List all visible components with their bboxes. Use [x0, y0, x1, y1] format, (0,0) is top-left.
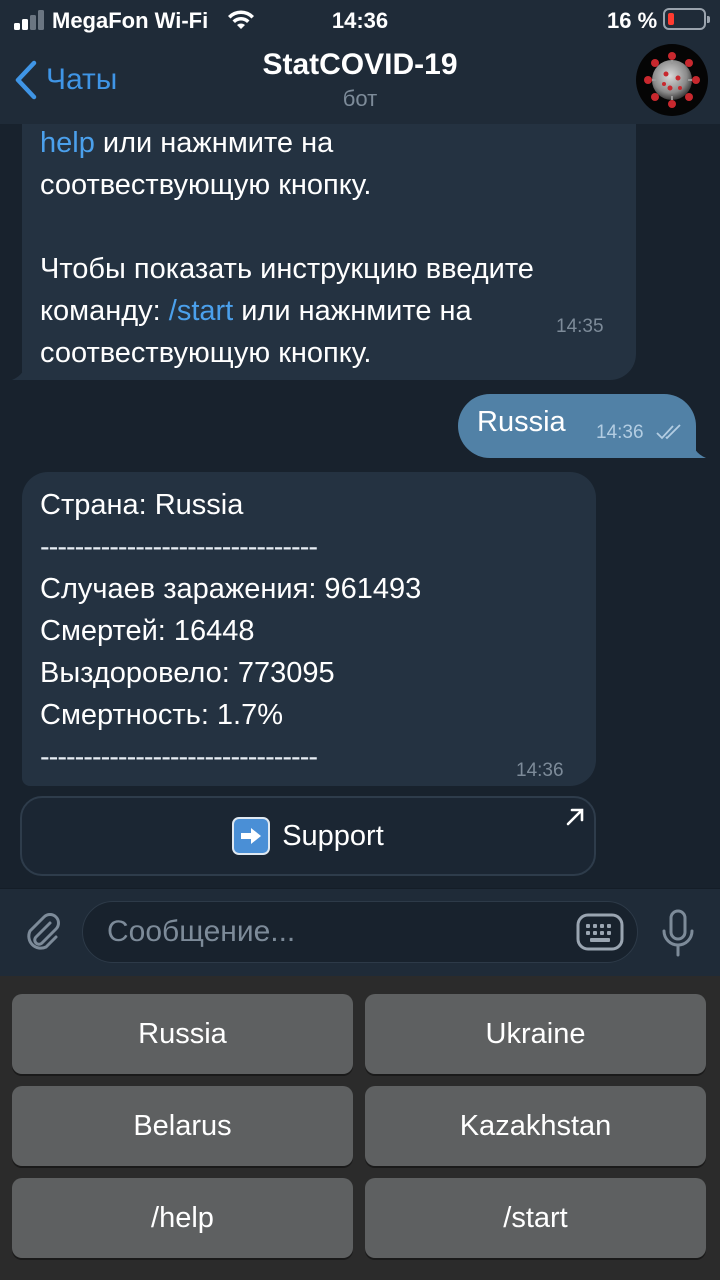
message-line: Выздоровело: 773095	[40, 657, 335, 689]
bubble-tail	[12, 360, 34, 380]
chat-subtitle: бот	[342, 86, 378, 111]
bot-avatar[interactable]	[636, 44, 708, 116]
message-divider-line: --------------------------------	[40, 741, 318, 773]
keyboard-button-ukraine[interactable]: Ukraine	[365, 994, 706, 1074]
message-line-empty	[40, 206, 618, 248]
message-divider-line: --------------------------------	[40, 531, 318, 563]
command-link-help[interactable]: help	[40, 127, 95, 159]
bot-reply-keyboard: Russia Ukraine Belarus Kazakhstan /help …	[0, 976, 720, 1280]
message-line: Смертность: 1.7%	[40, 699, 284, 731]
wifi-icon	[228, 10, 254, 29]
message-time: 14:35	[556, 316, 604, 337]
message-text: Russia	[477, 406, 566, 438]
message-composer	[0, 888, 720, 976]
battery-percent: 16 %	[607, 8, 658, 33]
outgoing-message: Russia 14:36	[458, 394, 696, 458]
message-time: 14:36	[596, 422, 644, 443]
double-check-icon	[656, 424, 681, 440]
message-text: команду:	[40, 295, 169, 327]
message-line: Чтобы показать инструкцию введите	[40, 253, 534, 285]
virus-icon	[644, 52, 700, 108]
chat-title[interactable]: StatCOVID-19	[0, 48, 720, 82]
keyboard-button-russia[interactable]: Russia	[12, 994, 353, 1074]
chat-header: Чаты StatCOVID-19 бот	[0, 40, 720, 124]
keyboard-button-belarus[interactable]: Belarus	[12, 1086, 353, 1166]
battery-icon	[663, 8, 710, 30]
keyboard-icon[interactable]	[576, 913, 624, 951]
bubble-tail	[684, 438, 706, 458]
message-line: команду: /start или нажнмите на	[40, 290, 618, 332]
microphone-icon[interactable]	[660, 909, 696, 959]
message-line: Смертей: 16448	[40, 615, 255, 647]
command-link-start[interactable]: /start	[169, 295, 233, 327]
keyboard-button-start[interactable]: /start	[365, 1178, 706, 1258]
message-line: Страна: Russia	[40, 489, 244, 521]
keyboard-button-help[interactable]: /help	[12, 1178, 353, 1258]
message-input[interactable]	[82, 901, 638, 963]
message-line: help или нажнмите на	[40, 124, 618, 164]
support-button[interactable]: Support	[20, 796, 596, 876]
message-text: или нажнмите на	[233, 295, 472, 327]
arrow-right-icon	[232, 817, 271, 855]
message-line: соотвествующую кнопку.	[40, 169, 372, 201]
keyboard-button-kazakhstan[interactable]: Kazakhstan	[365, 1086, 706, 1166]
message-line: соотвествующую кнопку.	[40, 337, 372, 369]
support-button-label: Support	[282, 819, 384, 852]
message-list[interactable]: help или нажнмите на соотвествующую кноп…	[0, 124, 720, 888]
paperclip-icon[interactable]	[20, 909, 64, 953]
incoming-message: Страна: Russia -------------------------…	[22, 472, 596, 786]
carrier-name: MegaFon Wi-Fi	[52, 8, 209, 33]
cellular-signal-icon	[14, 10, 48, 30]
external-link-icon	[566, 808, 584, 826]
status-bar: MegaFon Wi-Fi 14:36 16 %	[0, 0, 720, 40]
incoming-message: help или нажнмите на соотвествующую кноп…	[22, 124, 636, 380]
message-text: или нажнмите на	[94, 127, 334, 159]
message-line: Случаев заражения: 961493	[40, 573, 422, 605]
message-time: 14:36	[516, 760, 564, 781]
